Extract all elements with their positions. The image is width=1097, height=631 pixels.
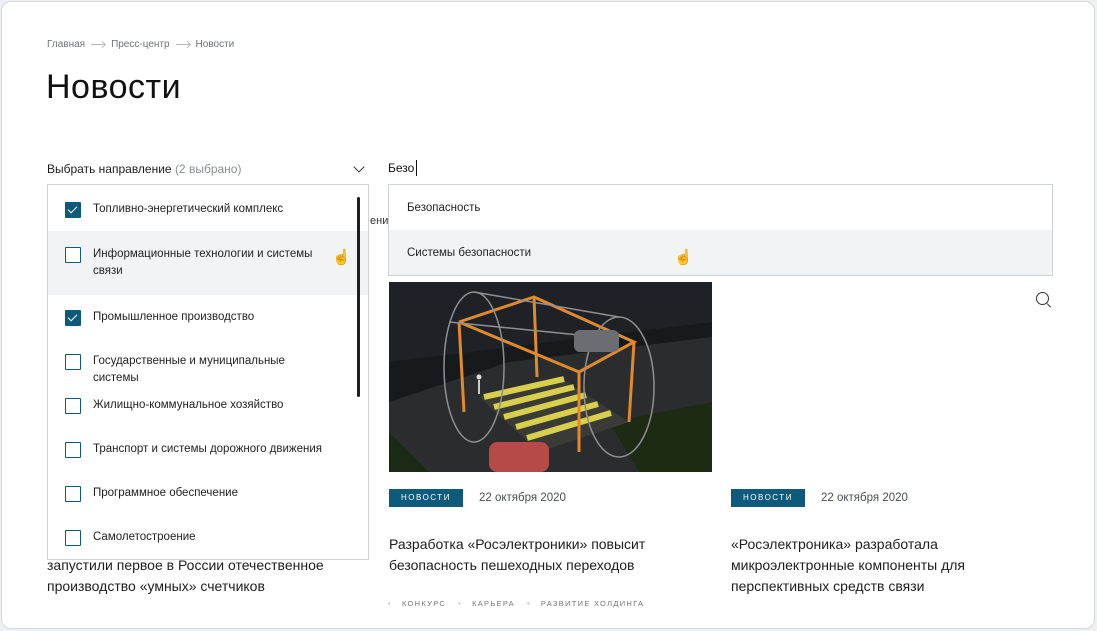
tag-item[interactable]: карьера [458, 599, 515, 608]
search-suggestions: Безопасность Системы безопасности [388, 184, 1053, 276]
breadcrumb-news: Новости [195, 39, 235, 50]
article-image[interactable] [389, 282, 712, 472]
suggestion-security[interactable]: Безопасность [389, 185, 1052, 230]
article-date: 22 октября 2020 [821, 492, 908, 504]
article-headline[interactable]: «Росэлектроника» разработала микроэлектр… [731, 534, 991, 597]
tag-item[interactable]: конкурс [388, 599, 446, 608]
breadcrumb: Главная Пресс-центр Новости [47, 39, 234, 50]
direction-dropdown: Топливно-энергетический комплекс Информа… [47, 184, 369, 560]
text-caret [416, 160, 417, 176]
checkbox[interactable] [65, 486, 81, 502]
search-input[interactable] [388, 158, 588, 178]
direction-select[interactable]: Выбрать направление (2 выбрано) [47, 157, 369, 181]
hand-cursor-icon: ☝ [332, 249, 351, 266]
direction-option-label: Информационные технологии и системы связ… [93, 248, 313, 277]
article-headline[interactable]: запустили первое в России отечественное … [47, 555, 367, 597]
checkbox[interactable] [65, 310, 81, 326]
direction-option-industrial-production[interactable]: Промышленное производство [48, 295, 368, 339]
direction-option-label: Топливно-энергетический комплекс [93, 203, 284, 215]
direction-option-it-communications[interactable]: Информационные технологии и системы связ… [48, 231, 368, 295]
arrow-right-icon [175, 44, 190, 45]
direction-option-housing-utilities[interactable]: Жилищно-коммунальное хозяйство [48, 383, 368, 427]
direction-select-label: Выбрать направление [47, 162, 172, 176]
breadcrumb-press-center[interactable]: Пресс-центр [111, 39, 169, 50]
suggestion-security-systems[interactable]: Системы безопасности [389, 230, 1052, 275]
chevron-down-icon [353, 161, 365, 173]
search-icon[interactable] [1035, 291, 1053, 309]
article-date: 22 октября 2020 [479, 492, 566, 504]
direction-option-government-systems[interactable]: Государственные и муниципальные системы [48, 339, 368, 384]
direction-option-label: Самолетостроение [93, 531, 196, 543]
checkbox[interactable] [65, 247, 81, 263]
checkbox[interactable] [65, 530, 81, 546]
tag-list: конкурс карьера развитие холдинга [388, 599, 644, 608]
checkbox[interactable] [65, 202, 81, 218]
checkbox[interactable] [65, 398, 81, 414]
dropdown-scrollbar[interactable] [357, 197, 360, 397]
direction-option-label: Жилищно-коммунальное хозяйство [93, 399, 284, 411]
article-badge[interactable]: новости [731, 489, 805, 507]
article-headline[interactable]: Разработка «Росэлектроники» повысит безо… [389, 534, 689, 576]
arrow-right-icon [91, 44, 106, 45]
direction-option-label: Программное обеспечение [93, 487, 238, 499]
article-badge[interactable]: новости [389, 489, 463, 507]
page-title: Новости [46, 68, 182, 106]
direction-option-software[interactable]: Программное обеспечение [48, 471, 368, 515]
breadcrumb-home[interactable]: Главная [47, 39, 85, 50]
hidden-filter-fragment: ени [370, 215, 389, 227]
direction-option-label: Транспорт и системы дорожного движения [93, 443, 323, 455]
page-frame: Главная Пресс-центр Новости Новости ени … [1, 1, 1095, 629]
checkbox[interactable] [65, 442, 81, 458]
direction-option-label: Промышленное производство [93, 311, 255, 323]
hand-cursor-icon: ☝ [674, 249, 693, 266]
direction-option-fuel-energy[interactable]: Топливно-энергетический комплекс [48, 185, 368, 231]
direction-option-label: Государственные и муниципальные системы [93, 355, 285, 384]
tag-item[interactable]: развитие холдинга [527, 599, 644, 608]
direction-select-count: (2 выбрано) [174, 162, 242, 176]
direction-option-aircraft[interactable]: Самолетостроение [48, 515, 368, 559]
checkbox[interactable] [65, 354, 81, 370]
direction-option-transport[interactable]: Транспорт и системы дорожного движения [48, 427, 368, 471]
